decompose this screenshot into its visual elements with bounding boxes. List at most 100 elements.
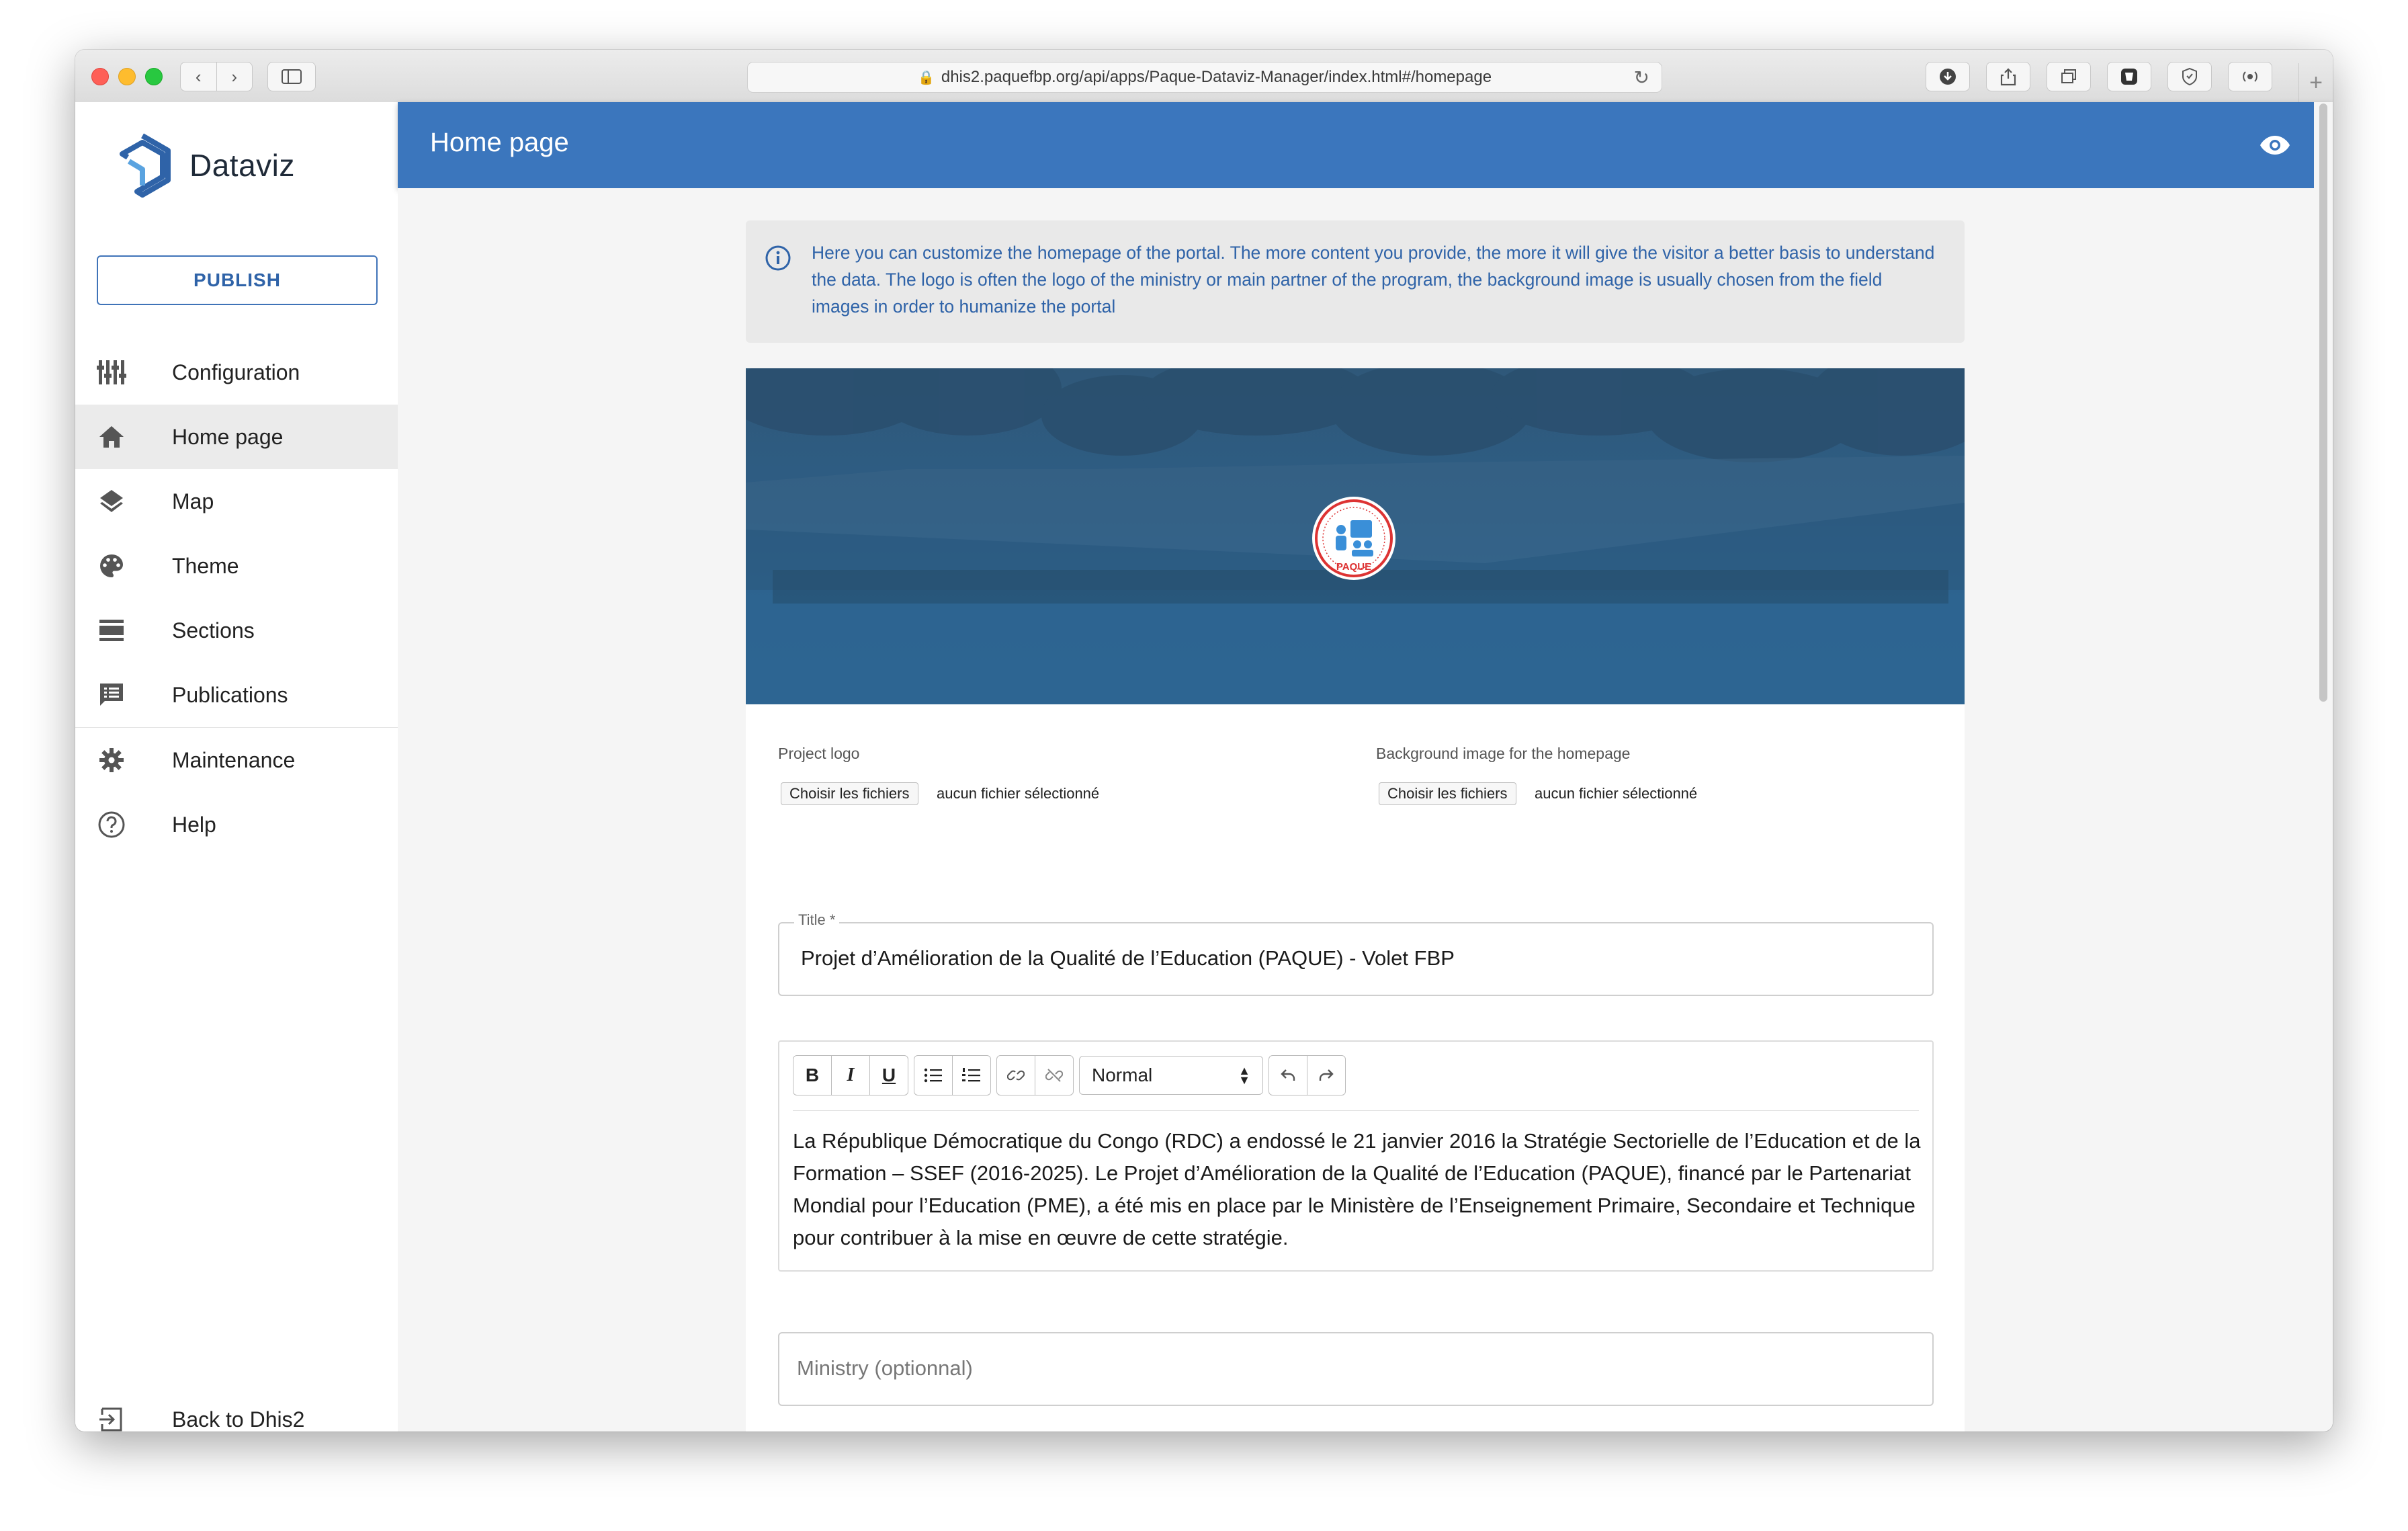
tabs-overview-button[interactable] bbox=[2047, 62, 2091, 91]
sidebar-item-label: Home page bbox=[172, 424, 284, 449]
main-content: Here you can customize the homepage of t… bbox=[398, 188, 2314, 1432]
url-text: dhis2.paquefbp.org/api/apps/Paque-Datavi… bbox=[941, 68, 1492, 86]
underline-icon: U bbox=[882, 1065, 896, 1085]
sidebar-item-label: Sections bbox=[172, 618, 255, 643]
browser-window: ‹ › 🔒 dhis2.paquefbp.org/api/apps/Paque-… bbox=[75, 50, 2333, 1432]
description-editor-content[interactable]: La République Démocratique du Congo (RDC… bbox=[793, 1125, 1922, 1254]
sidebar-item-label: Map bbox=[172, 489, 214, 513]
bold-button[interactable]: B bbox=[793, 1056, 832, 1095]
project-logo-choose-button[interactable]: Choisir les fichiers bbox=[781, 782, 918, 805]
italic-icon: I bbox=[847, 1065, 855, 1085]
bulleted-list-button[interactable] bbox=[914, 1056, 953, 1095]
link-group bbox=[996, 1055, 1074, 1095]
palette-icon bbox=[97, 551, 126, 581]
undo-icon bbox=[1281, 1069, 1295, 1081]
downloads-button[interactable] bbox=[1926, 62, 1970, 91]
history-nav: ‹ › bbox=[180, 62, 253, 91]
shield-icon bbox=[2182, 67, 2197, 86]
preview-button[interactable] bbox=[2256, 126, 2294, 164]
sidebar-item-label: Publications bbox=[172, 682, 288, 707]
banner-preview: PAQUE bbox=[746, 368, 1965, 704]
info-icon bbox=[765, 245, 791, 271]
sidebar-item-label: Configuration bbox=[172, 360, 300, 384]
format-select-value: Normal bbox=[1092, 1065, 1153, 1085]
share-button[interactable] bbox=[1986, 62, 2030, 91]
exit-icon bbox=[97, 1405, 126, 1432]
project-logo-label: Project logo bbox=[778, 745, 860, 762]
sidebar-item-map[interactable]: Map bbox=[75, 469, 398, 534]
sections-icon bbox=[97, 616, 126, 645]
redo-button[interactable] bbox=[1307, 1056, 1345, 1095]
lock-icon: 🔒 bbox=[917, 70, 935, 85]
address-bar[interactable]: 🔒 dhis2.paquefbp.org/api/apps/Paque-Data… bbox=[747, 62, 1662, 93]
back-to-dhis2-link[interactable]: Back to Dhis2 bbox=[75, 1387, 398, 1432]
background-image-choose-button[interactable]: Choisir les fichiers bbox=[1379, 782, 1516, 805]
forward-arrow-icon[interactable]: › bbox=[217, 67, 253, 87]
format-select[interactable]: Normal ▲ ▼ bbox=[1079, 1056, 1263, 1095]
home-icon bbox=[97, 422, 126, 452]
reload-icon[interactable]: ↻ bbox=[1634, 67, 1649, 89]
italic-button[interactable]: I bbox=[832, 1056, 870, 1095]
description-editor: B I U Normal ▲ ▼ La République Démocrati… bbox=[778, 1040, 1934, 1272]
logo-text: PAQUE bbox=[1336, 561, 1371, 573]
sidebar-toggle-button[interactable] bbox=[267, 62, 316, 91]
history-group bbox=[1268, 1055, 1346, 1095]
zoom-window-button[interactable] bbox=[145, 68, 163, 85]
sidebar-item-maintenance[interactable]: Maintenance bbox=[75, 727, 398, 792]
sidebar-icon bbox=[282, 69, 302, 84]
title-field-value: Projet d’Amélioration de la Qualité de l… bbox=[801, 946, 1455, 970]
tune-icon bbox=[97, 358, 126, 387]
sidebar-item-sections[interactable]: Sections bbox=[75, 598, 398, 663]
remove-link-button[interactable] bbox=[1035, 1056, 1073, 1095]
extension-button-3[interactable] bbox=[2228, 62, 2272, 91]
close-window-button[interactable] bbox=[91, 68, 109, 85]
title-field[interactable]: Title * Projet d’Amélioration de la Qual… bbox=[778, 911, 1934, 996]
background-image-file-status: aucun fichier sélectionné bbox=[1535, 785, 1698, 802]
publish-button[interactable]: PUBLISH bbox=[97, 255, 378, 305]
sidebar-item-theme[interactable]: Theme bbox=[75, 534, 398, 598]
text-style-group: B I U bbox=[793, 1055, 908, 1095]
extension-button-2[interactable] bbox=[2167, 62, 2212, 91]
numbered-list-icon bbox=[962, 1068, 980, 1082]
sidebar-item-label: Theme bbox=[172, 553, 239, 578]
info-alert: Here you can customize the homepage of t… bbox=[746, 220, 1965, 343]
editor-toolbar: B I U Normal ▲ ▼ bbox=[793, 1055, 1351, 1095]
shield-extension-icon bbox=[2121, 69, 2137, 85]
redo-icon bbox=[1319, 1069, 1334, 1081]
publications-icon bbox=[97, 680, 126, 710]
sidebar-item-help[interactable]: Help bbox=[75, 792, 398, 857]
select-arrows-icon: ▲ ▼ bbox=[1238, 1064, 1250, 1087]
background-image-label: Background image for the homepage bbox=[1376, 745, 1631, 762]
list-group bbox=[914, 1055, 991, 1095]
sidebar-item-publications[interactable]: Publications bbox=[75, 663, 398, 727]
share-icon bbox=[2000, 68, 2016, 86]
scrollbar-thumb[interactable] bbox=[2319, 104, 2327, 702]
page-title: Home page bbox=[430, 128, 569, 157]
sidebar-item-home-page[interactable]: Home page bbox=[75, 405, 398, 469]
brand[interactable]: Dataviz bbox=[110, 132, 295, 199]
back-arrow-icon[interactable]: ‹ bbox=[181, 67, 216, 87]
ministry-field-placeholder: Ministry (optionnal) bbox=[797, 1356, 973, 1380]
insert-link-button[interactable] bbox=[997, 1056, 1035, 1095]
layers-icon bbox=[97, 487, 126, 516]
brand-name: Dataviz bbox=[189, 148, 295, 183]
tabs-icon bbox=[2061, 69, 2076, 83]
sidebar-item-label: Maintenance bbox=[172, 747, 296, 772]
new-tab-button[interactable]: + bbox=[2298, 63, 2333, 102]
ministry-field[interactable]: Ministry (optionnal) bbox=[778, 1332, 1934, 1406]
eye-icon bbox=[2260, 136, 2290, 155]
numbered-list-button[interactable] bbox=[953, 1056, 990, 1095]
help-icon bbox=[97, 810, 126, 839]
underline-button[interactable]: U bbox=[870, 1056, 908, 1095]
sidebar-item-label: Help bbox=[172, 812, 216, 837]
link-icon bbox=[1007, 1070, 1025, 1081]
dataviz-logo-icon bbox=[120, 133, 171, 198]
undo-button[interactable] bbox=[1269, 1056, 1307, 1095]
homepage-form-card: PAQUE Project logo Choisir les fichiers … bbox=[746, 368, 1965, 1432]
page-scrollbar[interactable] bbox=[2314, 102, 2333, 1432]
minimize-window-button[interactable] bbox=[118, 68, 136, 85]
sidebar: Dataviz PUBLISH Configuration Home page bbox=[75, 102, 398, 1432]
sidebar-nav: Configuration Home page Map Theme Sectio… bbox=[75, 340, 398, 857]
extension-button-1[interactable] bbox=[2107, 62, 2151, 91]
sidebar-item-configuration[interactable]: Configuration bbox=[75, 340, 398, 405]
